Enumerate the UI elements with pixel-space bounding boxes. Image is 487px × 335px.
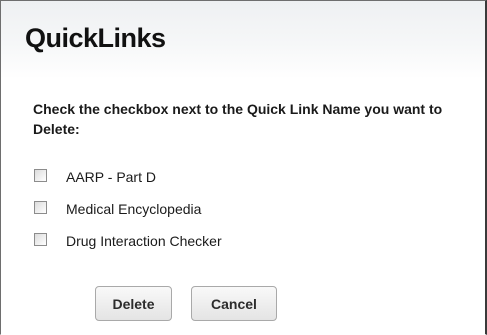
quicklinks-dialog: QuickLinks Check the checkbox next to th…	[0, 0, 487, 335]
delete-instructions: Check the checkbox next to the Quick Lin…	[33, 101, 443, 137]
quick-link-checkbox-medical-encyclopedia[interactable]	[34, 200, 47, 214]
quick-link-label: Drug Interaction Checker	[66, 233, 222, 249]
quick-link-label: AARP - Part D	[66, 169, 156, 185]
page-title: QuickLinks	[25, 23, 166, 53]
quick-link-list: AARP - Part D Medical Encyclopedia Drug …	[34, 165, 222, 261]
quick-link-checkbox-aarp[interactable]	[34, 168, 47, 182]
quick-link-label: Medical Encyclopedia	[66, 201, 202, 217]
list-item: Drug Interaction Checker	[34, 229, 222, 261]
delete-button[interactable]: Delete	[95, 286, 172, 321]
quick-link-checkbox-drug-interaction-checker[interactable]	[34, 232, 47, 246]
dialog-header: QuickLinks	[1, 1, 485, 79]
list-item: AARP - Part D	[34, 165, 222, 197]
list-item: Medical Encyclopedia	[34, 197, 222, 229]
cancel-button[interactable]: Cancel	[191, 286, 277, 321]
